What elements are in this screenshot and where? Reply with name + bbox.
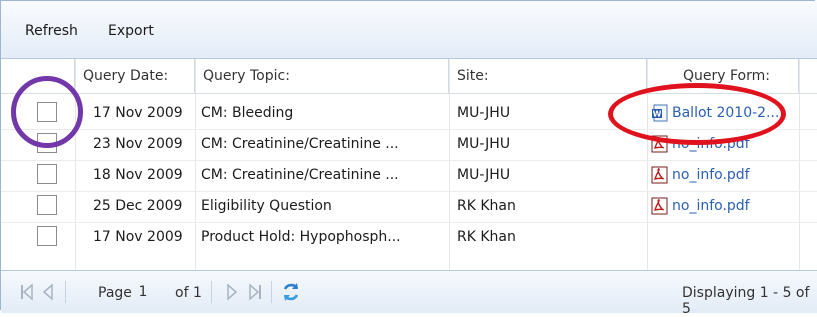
- previous-page-icon[interactable]: [41, 283, 55, 301]
- pager-separator: [65, 281, 66, 303]
- query-date: 17 Nov 2009: [93, 229, 183, 245]
- refresh-icon[interactable]: [280, 281, 302, 303]
- pager-separator: [271, 281, 272, 303]
- query-date: 23 Nov 2009: [93, 136, 183, 152]
- site: MU-JHU: [457, 167, 511, 183]
- last-page-icon[interactable]: [247, 283, 263, 301]
- column-header-site[interactable]: Site:: [449, 59, 647, 93]
- page-count: of 1: [175, 285, 202, 301]
- pagination-bar: Page of 1 Displaying 1 - 5 of 5: [1, 270, 817, 317]
- purple-annotation-circle: [11, 76, 83, 148]
- column-header-query-date[interactable]: Query Date:: [75, 59, 195, 93]
- query-date: 18 Nov 2009: [93, 167, 183, 183]
- next-page-icon[interactable]: [225, 283, 239, 301]
- query-date: 25 Dec 2009: [93, 198, 183, 214]
- table-row[interactable]: 18 Nov 2009 CM: Creatinine/Creatinine ..…: [1, 160, 817, 192]
- pdf-icon: [651, 166, 668, 184]
- row-checkbox[interactable]: [37, 226, 57, 246]
- red-annotation-ellipse: [608, 83, 786, 145]
- export-button[interactable]: Export: [108, 23, 154, 39]
- toolbar: Refresh Export: [1, 1, 817, 59]
- query-topic: Product Hold: Hypophosph...: [201, 229, 401, 245]
- query-form-link[interactable]: no_info.pdf: [672, 160, 750, 191]
- query-form-link[interactable]: no_info.pdf: [672, 191, 750, 222]
- table-row[interactable]: 25 Dec 2009 Eligibility Question RK Khan…: [1, 191, 817, 223]
- query-date: 17 Nov 2009: [93, 105, 183, 121]
- query-topic: CM: Creatinine/Creatinine ...: [201, 136, 399, 152]
- site: MU-JHU: [457, 105, 511, 121]
- row-checkbox[interactable]: [37, 195, 57, 215]
- site: RK Khan: [457, 229, 516, 245]
- pager-separator: [211, 281, 212, 303]
- refresh-button[interactable]: Refresh: [25, 23, 78, 39]
- query-topic: Eligibility Question: [201, 198, 332, 214]
- first-page-icon[interactable]: [19, 283, 35, 301]
- site: RK Khan: [457, 198, 516, 214]
- pdf-icon: [651, 197, 668, 215]
- site: MU-JHU: [457, 136, 511, 152]
- row-checkbox[interactable]: [37, 164, 57, 184]
- display-count: Displaying 1 - 5 of 5: [682, 285, 810, 317]
- table-row[interactable]: 17 Nov 2009 Product Hold: Hypophosph... …: [1, 222, 817, 253]
- page-number-input[interactable]: [131, 282, 155, 302]
- page-label: Page: [98, 285, 132, 301]
- query-topic: CM: Bleeding: [201, 105, 294, 121]
- column-header-query-topic[interactable]: Query Topic:: [195, 59, 449, 93]
- query-topic: CM: Creatinine/Creatinine ...: [201, 167, 399, 183]
